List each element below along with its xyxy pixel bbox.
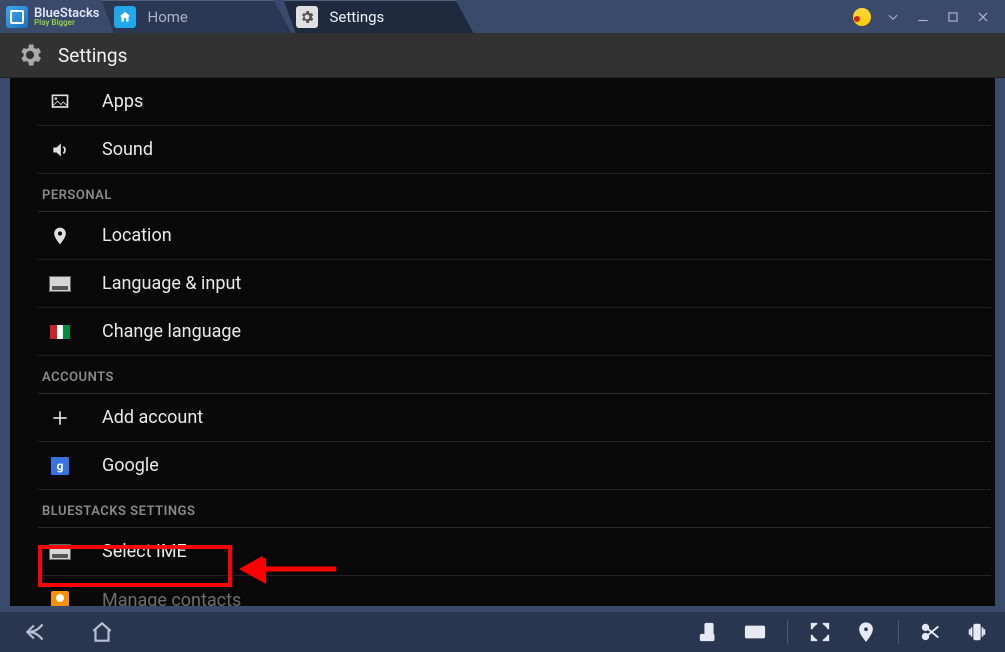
settings-row-manage-contacts[interactable]: Manage contacts [38,576,991,606]
google-icon: g [46,457,74,475]
back-button[interactable] [8,614,64,650]
settings-row-location[interactable]: Location [38,212,991,260]
apps-icon [46,92,74,112]
window-controls [839,0,1005,33]
flags-icon [46,325,74,339]
settings-row-select-ime[interactable]: Select IME [38,528,991,576]
contacts-icon [46,591,74,606]
window-tabs: Home Settings [110,0,474,33]
divider [898,620,899,644]
settings-title: Settings [58,44,127,67]
settings-header: Settings [0,33,1005,78]
close-button[interactable] [975,9,991,25]
section-personal: PERSONAL [38,174,991,211]
chevron-down-icon[interactable] [885,9,901,25]
keyboard-icon [46,276,74,292]
settings-row-language-input[interactable]: Language & input [38,260,991,308]
keyboard-icon [46,544,74,560]
tab-settings-label: Settings [330,8,385,26]
settings-row-google[interactable]: g Google [38,442,991,490]
apps-label: Apps [102,91,143,112]
language-input-label: Language & input [102,273,241,294]
home-button[interactable] [74,614,130,650]
location-button[interactable] [846,616,886,648]
fullscreen-button[interactable] [800,616,840,648]
gear-icon [296,6,318,28]
manage-contacts-label: Manage contacts [102,590,241,607]
titlebar: BlueStacks Play Bigger Home Settings [0,0,1005,33]
logo-icon [6,6,28,28]
tab-home-label: Home [148,8,188,26]
settings-row-sound[interactable]: Sound [38,126,991,174]
tab-home[interactable]: Home [102,0,292,33]
home-icon [114,6,136,28]
select-ime-label: Select IME [102,541,187,562]
tab-settings[interactable]: Settings [284,0,474,33]
sound-icon [46,140,74,160]
settings-row-add-account[interactable]: Add account [38,394,991,442]
minimize-button[interactable] [915,9,931,25]
divider [787,620,788,644]
section-bluestacks: BLUESTACKS SETTINGS [38,490,991,527]
settings-row-apps[interactable]: Apps [38,78,991,126]
google-label: Google [102,455,159,476]
settings-content: Apps Sound PERSONAL Location Language & … [10,78,995,606]
plus-icon [46,408,74,428]
settings-gear-icon [16,41,44,69]
app-logo: BlueStacks Play Bigger [0,0,110,33]
bottom-nav [0,612,1005,652]
sound-label: Sound [102,139,153,160]
location-label: Location [102,225,172,246]
add-account-label: Add account [102,407,203,428]
pika-icon[interactable] [853,8,871,26]
location-icon [46,226,74,246]
rotate-button[interactable] [689,616,729,648]
section-accounts: ACCOUNTS [38,356,991,393]
scissors-button[interactable] [911,616,951,648]
maximize-button[interactable] [945,9,961,25]
keyboard-button[interactable] [735,616,775,648]
shake-button[interactable] [957,616,997,648]
settings-row-change-language[interactable]: Change language [38,308,991,356]
change-language-label: Change language [102,321,241,342]
